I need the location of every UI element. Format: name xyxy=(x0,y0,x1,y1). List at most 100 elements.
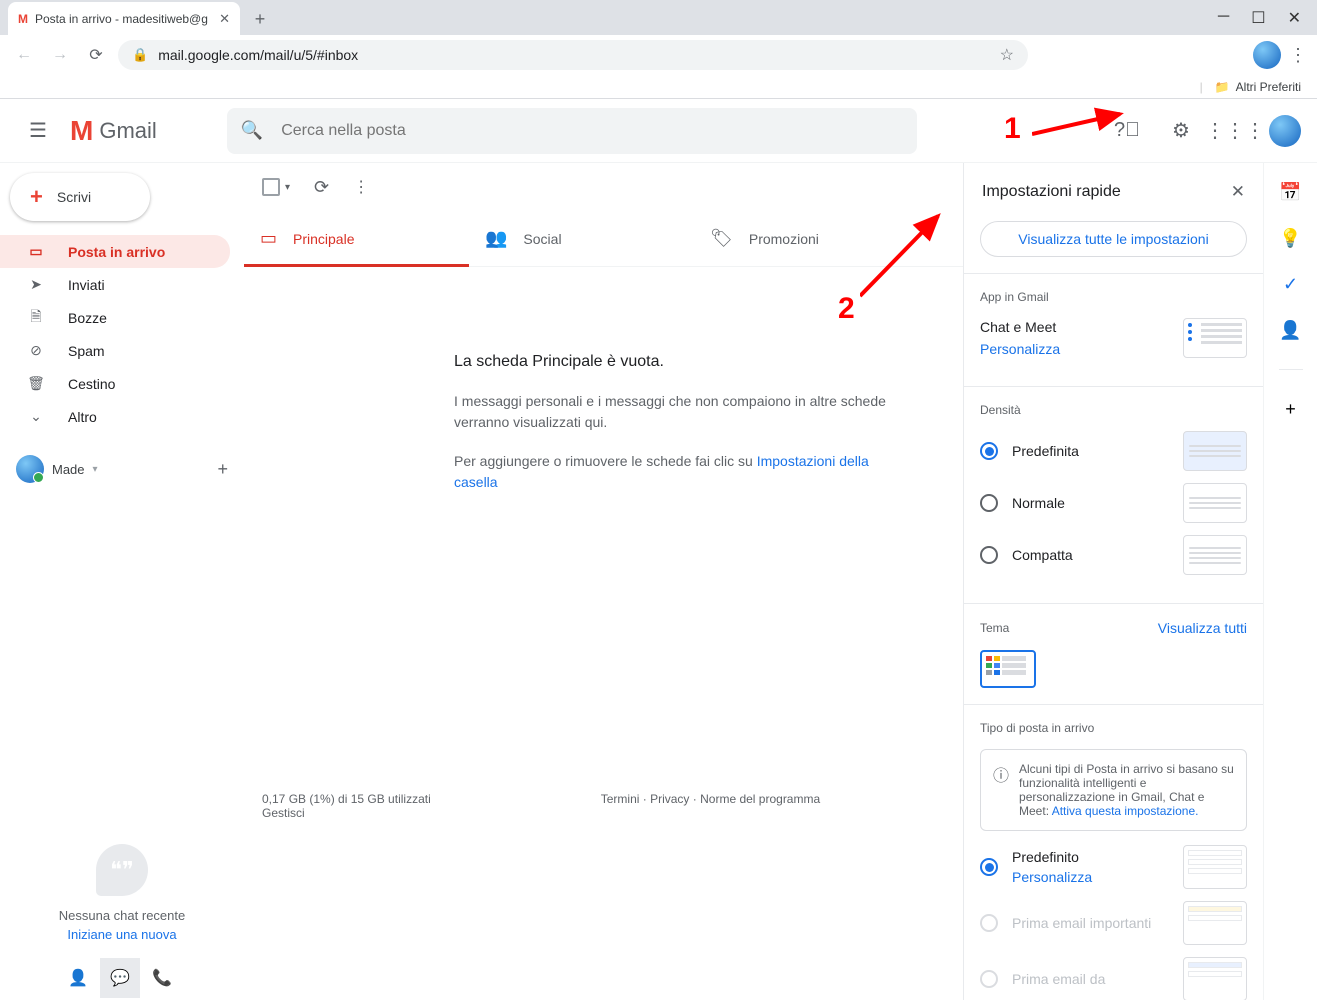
gmail-header: ☰ M Gmail 🔍 ?⃝ ⚙ ⋮⋮⋮ xyxy=(0,99,1317,163)
manage-storage-link[interactable]: Gestisci xyxy=(262,806,305,820)
search-input[interactable] xyxy=(281,122,903,140)
chat-footer: 👤 💬 📞 xyxy=(58,956,182,1000)
inbox-thumb-icon xyxy=(1183,901,1247,945)
density-compact[interactable]: Compatta xyxy=(980,535,1247,575)
drafts-icon: 🗎 xyxy=(26,306,46,330)
maximize-icon[interactable]: ☐ xyxy=(1251,8,1265,28)
nav-bar: ← → ⟳ 🔒 mail.google.com/mail/u/5/#inbox … xyxy=(0,35,1317,75)
empty-heading: La scheda Principale è vuota. xyxy=(454,353,904,371)
radio-icon xyxy=(980,914,998,932)
density-thumb-icon xyxy=(1183,431,1247,471)
forward-button[interactable]: → xyxy=(46,41,74,69)
customize-link[interactable]: Personalizza xyxy=(1012,869,1092,885)
info-icon: ⓘ xyxy=(993,762,1009,818)
theme-option[interactable] xyxy=(980,650,1036,688)
bookmarks-folder[interactable]: Altri Preferiti xyxy=(1236,80,1301,94)
tab-primary[interactable]: ▭ Principale xyxy=(244,211,469,267)
url-text: mail.google.com/mail/u/5/#inbox xyxy=(158,47,358,63)
sidebar-label: Altro xyxy=(68,409,97,425)
view-all-settings-button[interactable]: Visualizza tutte le impostazioni xyxy=(980,221,1247,257)
view-all-themes-link[interactable]: Visualizza tutti xyxy=(1158,620,1247,636)
inbox-type-default[interactable]: Predefinito Personalizza xyxy=(980,845,1247,889)
sidebar-item-more[interactable]: ⌄ Altro xyxy=(0,400,230,433)
density-thumb-icon xyxy=(1183,483,1247,523)
inbox-thumb-icon xyxy=(1183,957,1247,1000)
browser-menu-icon[interactable]: ⋮ xyxy=(1289,45,1307,66)
chat-empty-text: Nessuna chat recente xyxy=(59,908,185,923)
lock-icon: 🔒 xyxy=(132,47,148,63)
inbox-icon: ▭ xyxy=(26,243,46,260)
privacy-link[interactable]: Privacy xyxy=(650,792,689,806)
plus-icon: + xyxy=(30,184,43,210)
content: ▾ ⟳ ⋮ ▭ Principale 👥 Social 🏷 Promozioni… xyxy=(244,163,963,1000)
terms-link[interactable]: Termini xyxy=(601,792,640,806)
close-icon[interactable]: ✕ xyxy=(219,11,230,27)
reload-button[interactable]: ⟳ xyxy=(82,41,110,69)
main-area: + Scrivi ▭ Posta in arrivo ➤ Inviati 🗎 B… xyxy=(0,163,1317,1000)
contacts-icon[interactable]: 👤 xyxy=(58,958,98,998)
caret-icon: ▾ xyxy=(93,464,98,475)
sidebar-item-drafts[interactable]: 🗎 Bozze xyxy=(0,301,230,334)
empty-text: I messaggi personali e i messaggi che no… xyxy=(454,391,904,433)
chat-empty-state: ❝❞ Nessuna chat recente Iniziane una nuo… xyxy=(0,844,244,942)
support-icon[interactable]: ?⃝ xyxy=(1107,111,1147,151)
tab-bar: M Posta in arrivo - madesitiweb@g ✕ + ─ … xyxy=(0,0,1317,35)
refresh-icon[interactable]: ⟳ xyxy=(314,177,329,198)
new-chat-icon[interactable]: + xyxy=(217,459,228,480)
sidebar-item-trash[interactable]: 🗑 Cestino xyxy=(0,367,230,400)
close-window-icon[interactable]: ✕ xyxy=(1288,8,1301,28)
quote-icon: ❝❞ xyxy=(96,844,148,896)
inbox-type-from: Prima email da xyxy=(980,957,1247,1000)
star-icon[interactable]: ☆ xyxy=(1000,45,1014,65)
category-tabs: ▭ Principale 👥 Social 🏷 Promozioni xyxy=(244,211,963,267)
new-tab-button[interactable]: + xyxy=(246,5,274,33)
close-panel-icon[interactable]: ✕ xyxy=(1231,182,1245,202)
checkbox-icon xyxy=(262,178,280,196)
apps-grid-icon[interactable]: ⋮⋮⋮ xyxy=(1215,111,1255,151)
density-default[interactable]: Predefinita xyxy=(980,431,1247,471)
sidebar-label: Bozze xyxy=(68,310,107,326)
sidebar-item-inbox[interactable]: ▭ Posta in arrivo xyxy=(0,235,230,268)
search-bar[interactable]: 🔍 xyxy=(227,108,917,154)
main-menu-button[interactable]: ☰ xyxy=(16,109,60,153)
radio-icon xyxy=(980,858,998,876)
hangouts-user[interactable]: Made ▾ + xyxy=(0,447,244,491)
sidebar-item-sent[interactable]: ➤ Inviati xyxy=(0,268,230,301)
add-app-icon[interactable]: + xyxy=(1280,398,1302,420)
tasks-icon[interactable]: ✓ xyxy=(1280,273,1302,295)
compose-button[interactable]: + Scrivi xyxy=(10,173,150,221)
section-title: Tipo di posta in arrivo xyxy=(980,721,1247,735)
start-chat-link[interactable]: Iniziane una nuova xyxy=(0,927,244,942)
keep-icon[interactable]: 💡 xyxy=(1280,227,1302,249)
sent-icon: ➤ xyxy=(26,276,46,293)
back-button[interactable]: ← xyxy=(10,41,38,69)
sidebar-label: Inviati xyxy=(68,277,105,293)
extension-icon[interactable] xyxy=(1253,41,1281,69)
sidebar-item-spam[interactable]: ⊘ Spam xyxy=(0,334,230,367)
spam-icon: ⊘ xyxy=(26,342,46,359)
contacts-icon[interactable]: 👤 xyxy=(1280,319,1302,341)
tab-social[interactable]: 👥 Social xyxy=(469,211,694,267)
phone-icon[interactable]: 📞 xyxy=(142,958,182,998)
density-normal[interactable]: Normale xyxy=(980,483,1247,523)
minimize-icon[interactable]: ─ xyxy=(1218,8,1229,28)
gmail-logo[interactable]: M Gmail xyxy=(70,115,157,147)
section-title: Densità xyxy=(980,403,1247,417)
more-actions-icon[interactable]: ⋮ xyxy=(353,177,369,197)
select-all-checkbox[interactable]: ▾ xyxy=(262,178,290,196)
address-bar[interactable]: 🔒 mail.google.com/mail/u/5/#inbox ☆ xyxy=(118,40,1028,70)
hangouts-icon[interactable]: 💬 xyxy=(100,958,140,998)
customize-link[interactable]: Personalizza xyxy=(980,341,1060,357)
program-link[interactable]: Norme del programma xyxy=(700,792,820,806)
tab-label: Principale xyxy=(293,231,354,247)
divider xyxy=(1279,369,1303,370)
calendar-icon[interactable]: 📅 xyxy=(1280,181,1302,203)
enable-setting-link[interactable]: Attiva questa impostazione. xyxy=(1052,804,1199,818)
hangouts-avatar xyxy=(16,455,44,483)
account-avatar[interactable] xyxy=(1269,115,1301,147)
footer: 0,17 GB (1%) di 15 GB utilizzati Gestisc… xyxy=(244,778,963,1000)
sidebar-label: Cestino xyxy=(68,376,115,392)
tab-promotions[interactable]: 🏷 Promozioni xyxy=(694,211,919,267)
settings-gear-icon[interactable]: ⚙ xyxy=(1161,111,1201,151)
browser-tab[interactable]: M Posta in arrivo - madesitiweb@g ✕ xyxy=(8,2,240,35)
